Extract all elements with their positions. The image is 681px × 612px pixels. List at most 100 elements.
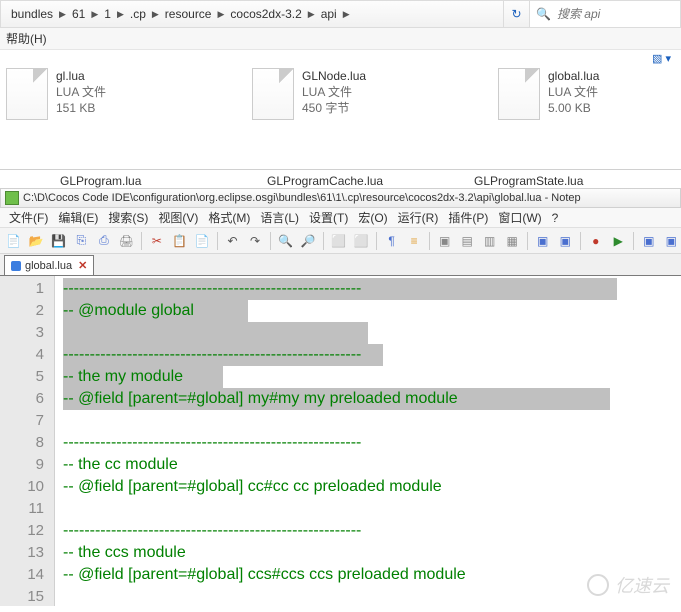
- toolbar-button[interactable]: 📋: [170, 231, 190, 251]
- toolbar-button[interactable]: ↷: [245, 231, 265, 251]
- toolbar-separator: [217, 232, 218, 250]
- file-tile[interactable]: GLNode.luaLUA 文件450 字节: [252, 68, 472, 120]
- code-line: -- @field [parent=#global] cc#cc cc prel…: [55, 476, 681, 498]
- toolbar: 📄📂💾⎘⎙🖨✂📋📄↶↷🔍🔎⬜⬜¶≡▣▤▥▦▣▣●▶▣▣: [0, 228, 681, 254]
- search-input[interactable]: [557, 7, 680, 21]
- toolbar-button[interactable]: ⬜: [329, 231, 349, 251]
- chevron-right-icon: ▶: [150, 9, 161, 20]
- toolbar-button[interactable]: ▣: [639, 231, 659, 251]
- breadcrumb-item[interactable]: cocos2dx-3.2: [226, 7, 305, 21]
- menu-item[interactable]: 格式(M): [203, 209, 255, 226]
- file-tab[interactable]: global.lua ✕: [4, 255, 94, 275]
- code-line: -- the my module: [55, 366, 681, 388]
- toolbar-separator: [141, 232, 142, 250]
- menu-item[interactable]: 文件(F): [4, 209, 53, 226]
- chevron-right-icon: ▶: [89, 9, 100, 20]
- toolbar-button[interactable]: ▣: [533, 231, 553, 251]
- file-icon: [6, 68, 48, 120]
- toolbar-button[interactable]: ▣: [435, 231, 455, 251]
- menu-item[interactable]: ?: [547, 211, 564, 225]
- menu-item[interactable]: 编辑(E): [53, 209, 103, 226]
- file-explorer: ▧ ▾ gl.luaLUA 文件151 KB GLNode.luaLUA 文件45…: [0, 50, 681, 170]
- toolbar-button[interactable]: ⎙: [94, 231, 114, 251]
- truncated-files: GLProgram.luaGLProgramCache.luaGLProgram…: [0, 170, 681, 188]
- toolbar-button[interactable]: 🖨: [117, 231, 137, 251]
- watermark-logo: [587, 574, 609, 596]
- code-line: -- @module global: [55, 300, 681, 322]
- menu-item[interactable]: 宏(O): [353, 209, 392, 226]
- unsaved-icon: [11, 261, 21, 271]
- toolbar-button[interactable]: ⬜: [351, 231, 371, 251]
- chevron-right-icon: ▶: [215, 9, 226, 20]
- window-title: C:\D\Cocos Code IDE\configuration\org.ec…: [0, 188, 681, 208]
- breadcrumb-item[interactable]: api: [317, 7, 341, 21]
- tab-bar: global.lua ✕: [0, 254, 681, 276]
- toolbar-separator: [270, 232, 271, 250]
- breadcrumb-item[interactable]: .cp: [126, 7, 150, 21]
- toolbar-button[interactable]: ●: [586, 231, 606, 251]
- menu-item[interactable]: 插件(P): [443, 209, 493, 226]
- toolbar-button[interactable]: 💾: [49, 231, 69, 251]
- toolbar-button[interactable]: ▣: [662, 231, 681, 251]
- breadcrumb: bundles▶61▶1▶.cp▶resource▶cocos2dx-3.2▶a…: [1, 1, 503, 27]
- toolbar-button[interactable]: ≡: [404, 231, 424, 251]
- toolbar-separator: [376, 232, 377, 250]
- toolbar-button[interactable]: 📂: [27, 231, 47, 251]
- code-area[interactable]: ----------------------------------------…: [55, 276, 681, 606]
- file-tile[interactable]: gl.luaLUA 文件151 KB: [6, 68, 226, 120]
- search-box[interactable]: 🔍: [530, 1, 680, 27]
- tab-close-button[interactable]: ✕: [78, 259, 87, 272]
- breadcrumb-item[interactable]: 1: [100, 7, 115, 21]
- breadcrumb-item[interactable]: resource: [161, 7, 216, 21]
- file-icon: [498, 68, 540, 120]
- menu-item[interactable]: 搜索(S): [103, 209, 153, 226]
- chevron-right-icon: ▶: [57, 9, 68, 20]
- code-line: ----------------------------------------…: [55, 520, 681, 542]
- tab-label: global.lua: [25, 260, 72, 272]
- file-name[interactable]: GLProgramCache.lua: [267, 174, 474, 188]
- toolbar-button[interactable]: ⎘: [72, 231, 92, 251]
- menu-item[interactable]: 运行(R): [393, 209, 444, 226]
- watermark: 亿速云: [587, 572, 669, 598]
- toolbar-separator: [527, 232, 528, 250]
- toolbar-button[interactable]: ▥: [480, 231, 500, 251]
- toolbar-separator: [633, 232, 634, 250]
- breadcrumb-item[interactable]: 61: [68, 7, 89, 21]
- code-line: [55, 410, 681, 432]
- toolbar-button[interactable]: ¶: [382, 231, 402, 251]
- toolbar-button[interactable]: ↶: [223, 231, 243, 251]
- toolbar-button[interactable]: ✂: [147, 231, 167, 251]
- breadcrumb-item[interactable]: bundles: [7, 7, 57, 21]
- toolbar-button[interactable]: 🔎: [298, 231, 318, 251]
- toolbar-button[interactable]: 📄: [4, 231, 24, 251]
- code-editor[interactable]: 123456789101112131415 ------------------…: [0, 276, 681, 606]
- file-icon: [252, 68, 294, 120]
- toolbar-button[interactable]: ▣: [555, 231, 575, 251]
- file-name[interactable]: GLProgramState.lua: [474, 174, 681, 188]
- toolbar-separator: [429, 232, 430, 250]
- view-dropdown[interactable]: ▧ ▾: [652, 52, 671, 65]
- help-menu[interactable]: 帮助(H): [6, 30, 47, 47]
- menu-item[interactable]: 视图(V): [153, 209, 203, 226]
- app-icon: [5, 191, 19, 205]
- code-line: [55, 498, 681, 520]
- toolbar-button[interactable]: ▦: [502, 231, 522, 251]
- toolbar-button[interactable]: ▤: [457, 231, 477, 251]
- toolbar-separator: [580, 232, 581, 250]
- toolbar-button[interactable]: 🔍: [276, 231, 296, 251]
- menu-item[interactable]: 窗口(W): [493, 209, 546, 226]
- chevron-right-icon: ▶: [306, 9, 317, 20]
- search-icon: 🔍: [536, 7, 557, 21]
- code-line: -- the ccs module: [55, 542, 681, 564]
- menu-item[interactable]: 语言(L): [255, 209, 304, 226]
- menu-item[interactable]: 设置(T): [304, 209, 353, 226]
- code-line: -- the cc module: [55, 454, 681, 476]
- toolbar-button[interactable]: ▶: [609, 231, 629, 251]
- refresh-button[interactable]: ↻: [504, 1, 530, 27]
- file-name[interactable]: GLProgram.lua: [60, 174, 267, 188]
- file-tile[interactable]: global.luaLUA 文件5.00 KB: [498, 68, 681, 120]
- toolbar-separator: [323, 232, 324, 250]
- line-gutter: 123456789101112131415: [0, 276, 55, 606]
- toolbar-button[interactable]: 📄: [192, 231, 212, 251]
- chevron-right-icon: ▶: [115, 9, 126, 20]
